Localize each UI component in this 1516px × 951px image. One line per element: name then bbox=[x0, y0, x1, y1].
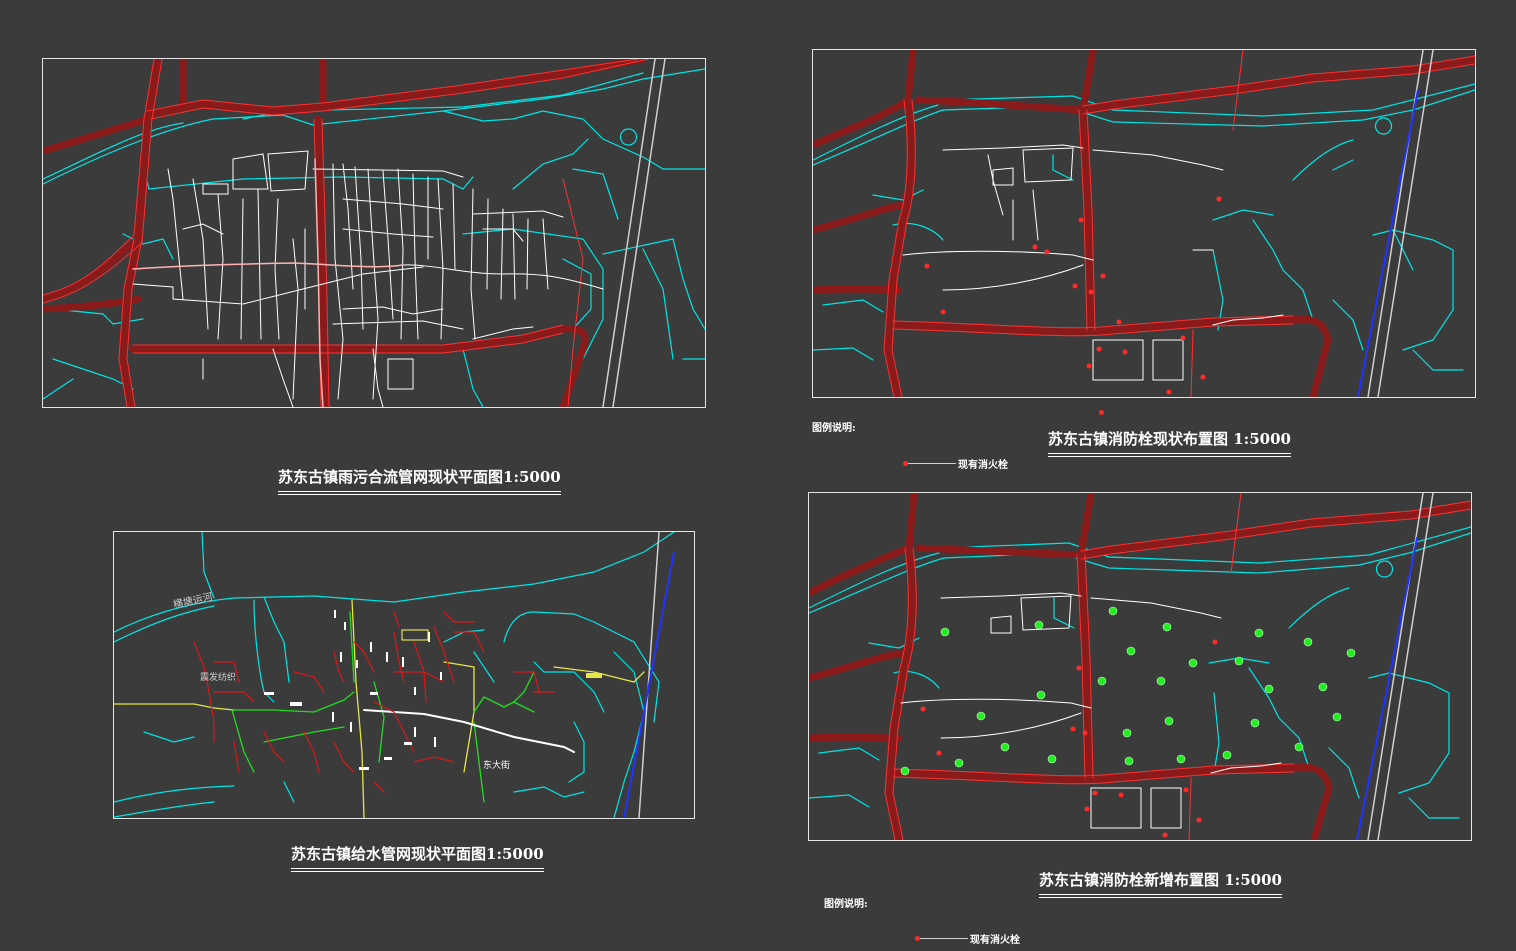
sewer-map-sheet bbox=[42, 58, 706, 408]
sewer-pipes bbox=[132, 150, 604, 407]
water-main-yellow bbox=[114, 599, 645, 818]
highway-line bbox=[1356, 537, 1418, 840]
hydrant-new-title: 苏东古镇消防栓新增布置图 1:5000 bbox=[1039, 869, 1282, 898]
legend-leader bbox=[908, 463, 956, 464]
legend-hydrant-existing-top: 现有消火栓 bbox=[903, 456, 1008, 471]
legend-leader bbox=[920, 938, 968, 939]
road-casing bbox=[43, 59, 647, 407]
hydrant-new-drawing bbox=[809, 493, 1471, 840]
hydrant-points bbox=[920, 639, 1218, 838]
school-tag bbox=[401, 629, 429, 641]
sewer-map-title: 苏东古镇雨污合流管网现状平面图1:5000 bbox=[278, 466, 561, 495]
sewer-map-drawing bbox=[43, 59, 705, 407]
hydrant-existing-title: 苏东古镇消防栓现状布置图 1:5000 bbox=[1048, 428, 1291, 457]
legend-label: 现有消火栓 bbox=[970, 935, 1020, 946]
legend-heading-top: 图例说明: bbox=[812, 423, 856, 434]
expressway bbox=[1367, 50, 1434, 397]
water-supply-drawing: 横塘运河 震发纺织 东大街 bbox=[114, 532, 675, 818]
hydrant-existing-drawing bbox=[813, 50, 1475, 397]
expressway bbox=[638, 532, 660, 818]
legend-heading-bottom: 图例说明: bbox=[824, 899, 868, 910]
hydrant-new-sheet bbox=[808, 492, 1472, 841]
main-trunk bbox=[132, 158, 404, 407]
factory-label: 震发纺织 bbox=[200, 671, 236, 683]
new-hydrant-points bbox=[900, 606, 1356, 776]
industrial-tag bbox=[586, 673, 602, 678]
expressway bbox=[602, 59, 666, 407]
hydrant-points bbox=[924, 196, 1222, 395]
highway-line bbox=[623, 551, 675, 818]
legend-label: 现有消火栓 bbox=[958, 460, 1008, 471]
highway-line bbox=[1357, 89, 1419, 397]
street-label: 东大街 bbox=[483, 759, 510, 771]
hydrant-existing-sheet bbox=[812, 49, 1476, 398]
road-edges bbox=[43, 59, 649, 407]
water-supply-title: 苏东古镇给水管网现状平面图1:5000 bbox=[291, 843, 544, 872]
legend-hydrant-existing-bottom: 现有消火栓 bbox=[915, 931, 1020, 946]
water-supply-sheet: 横塘运河 震发纺织 东大街 bbox=[113, 531, 695, 819]
hydrant-point-outside bbox=[1099, 410, 1104, 415]
expressway bbox=[1367, 493, 1434, 840]
